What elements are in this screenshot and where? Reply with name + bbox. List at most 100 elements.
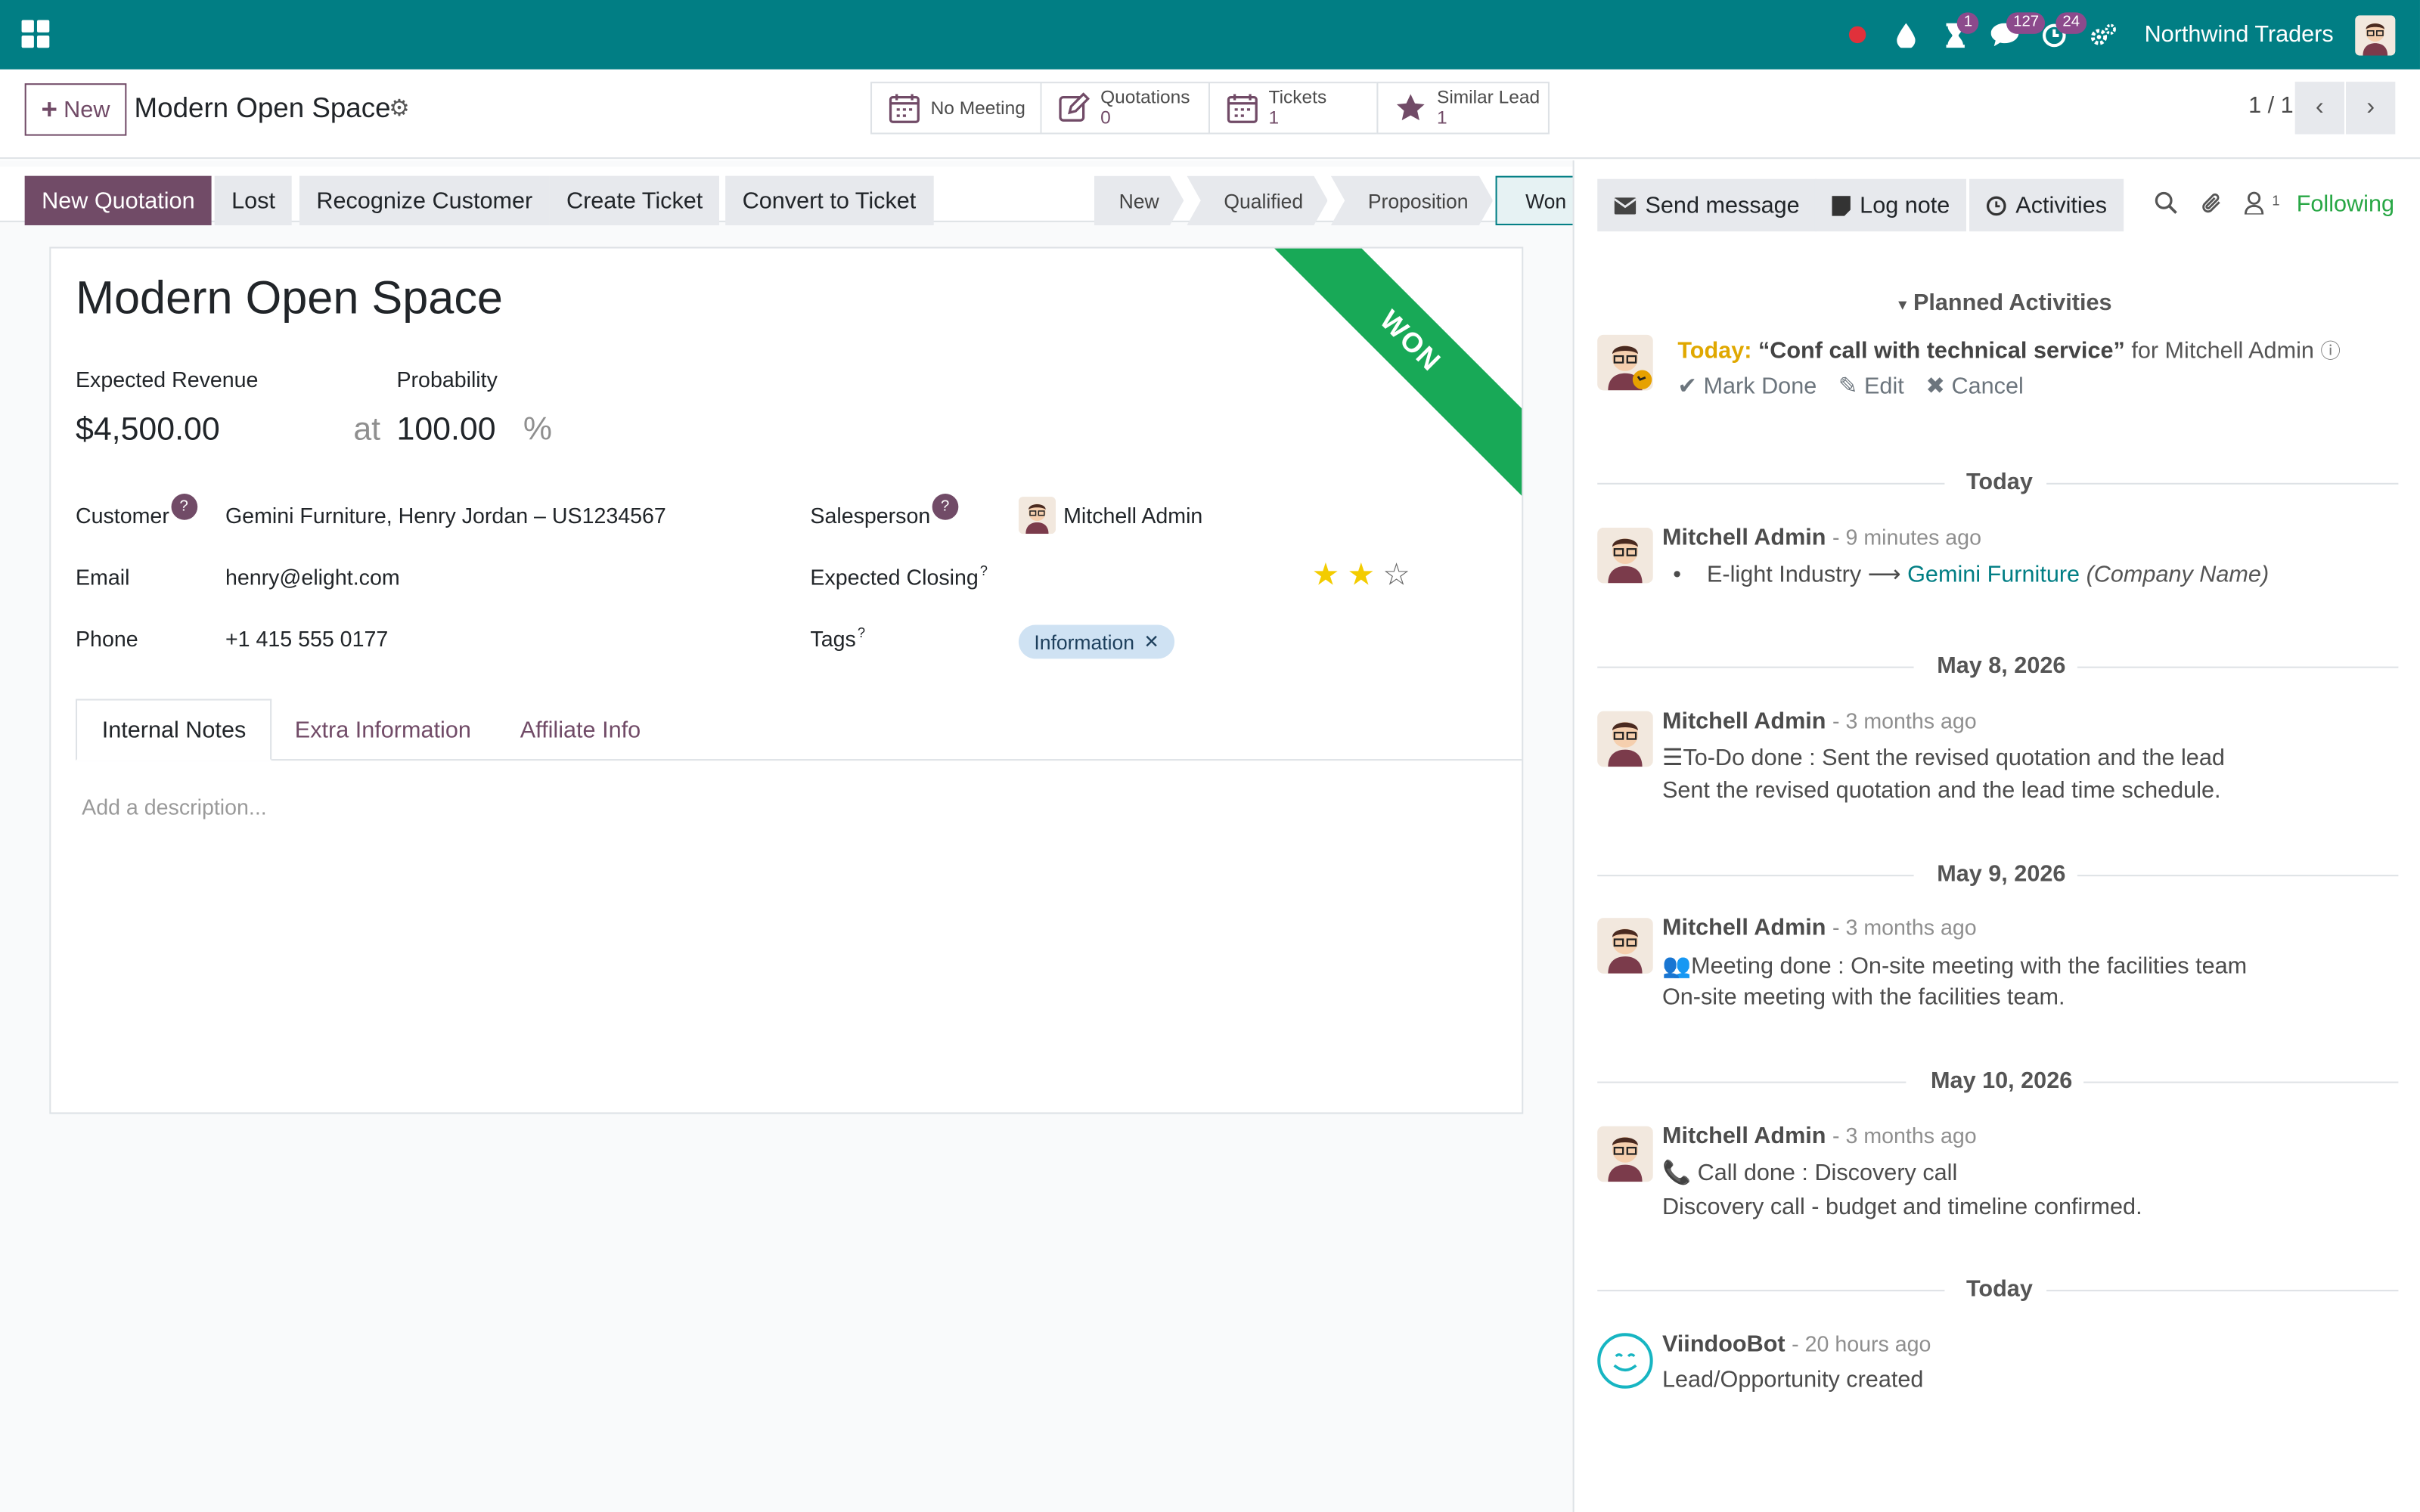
stage-proposition[interactable]: Proposition [1331, 176, 1493, 225]
convert-to-ticket-button[interactable]: Convert to Ticket [725, 175, 934, 225]
help-icon[interactable]: ? [932, 494, 958, 520]
messages-icon[interactable]: 127 [1981, 0, 2046, 70]
app-root: 1 127 24 Northwind Traders + New Modern O… [0, 0, 2420, 1512]
smart-button-meetings[interactable]: No Meeting [870, 82, 1042, 135]
message-body: Discovery call - budget and timeline con… [1661, 1194, 2142, 1221]
gear-icon[interactable]: ⚙ [389, 94, 409, 122]
stage-qualified[interactable]: Qualified [1187, 176, 1327, 225]
remove-tag-icon[interactable]: ✕ [1143, 631, 1159, 653]
percent-label: % [523, 411, 552, 448]
company-switcher[interactable]: Northwind Traders [2145, 22, 2334, 48]
message-avatar[interactable] [1597, 527, 1653, 584]
activities-button[interactable]: Activities [1969, 178, 2124, 232]
message-avatar[interactable] [1597, 1126, 1653, 1182]
message-avatar[interactable] [1597, 918, 1653, 974]
recording-icon[interactable] [1832, 0, 1882, 70]
record-title[interactable]: Modern Open Space [76, 273, 503, 325]
message-header: Mitchell Admin - 3 months ago [1662, 1123, 1977, 1150]
new-quotation-button[interactable]: New Quotation [24, 175, 213, 225]
edit-activity-button[interactable]: ✎ Edit [1838, 372, 1904, 400]
pager-value[interactable]: 1 / 1 [2248, 92, 2294, 119]
activity-actions: ✔ Mark Done ✎ Edit ✖ Cancel [1677, 372, 2023, 400]
lost-button[interactable]: Lost [214, 175, 293, 225]
date-separator: Today [1965, 469, 2033, 496]
tracking-value: • E-light Industry ⟶ Gemini Furniture (C… [1673, 561, 2270, 588]
caret-down-icon: ▾ [1898, 296, 1907, 315]
email-field[interactable]: henry@elight.com [225, 565, 400, 590]
message-author[interactable]: Mitchell Admin [1662, 708, 1826, 735]
smart-button-tickets[interactable]: Tickets 1 [1208, 82, 1379, 135]
new-record-button[interactable]: + New [24, 83, 127, 136]
search-icon[interactable] [2155, 191, 2178, 221]
salesperson-field[interactable]: Mitchell Admin [1063, 503, 1202, 528]
message-body: On-site meeting with the facilities team… [1661, 984, 2065, 1011]
priority-widget[interactable]: ★ ★ ☆ [1312, 560, 1410, 591]
bot-avatar[interactable] [1597, 1333, 1653, 1389]
message-author[interactable]: Mitchell Admin [1662, 915, 1826, 941]
recognize-customer-button[interactable]: Recognize Customer [299, 175, 550, 225]
email-label: Email [75, 564, 130, 590]
separator-line [1597, 1081, 1907, 1083]
message-body: Lead/Opportunity created [1661, 1367, 1924, 1393]
customer-field[interactable]: Gemini Furniture, Henry Jordan – US12345… [225, 503, 685, 528]
send-message-button[interactable]: Send message [1597, 178, 1817, 232]
pager-previous-button[interactable]: ‹ [2294, 82, 2344, 135]
description-editor[interactable]: Add a description... [82, 795, 267, 820]
tags-label: Tags? [810, 624, 866, 652]
message-time: - 9 minutes ago [1832, 524, 1981, 550]
activity-clock-icon[interactable]: 24 [2031, 0, 2086, 70]
hourglass-icon[interactable]: 1 [1931, 0, 1981, 70]
envelope-icon [1614, 197, 1637, 214]
expected-revenue-field[interactable]: $4,500.00 [76, 412, 220, 449]
message-time: - 20 hours ago [1792, 1331, 1931, 1356]
date-separator: May 8, 2026 [1937, 652, 2066, 679]
smart-button-quotations[interactable]: Quotations 0 [1040, 82, 1210, 135]
smart-button-value: 1 [1436, 106, 1447, 129]
create-ticket-button[interactable]: Create Ticket [549, 175, 720, 225]
planned-activities-toggle[interactable]: ▾ Planned Activities [1898, 290, 2111, 317]
log-note-button[interactable]: Log note [1814, 178, 1967, 232]
expected-revenue-label: Expected Revenue [75, 367, 259, 392]
settings-gears-icon[interactable] [2080, 0, 2129, 70]
tab-internal-notes[interactable]: Internal Notes [75, 699, 272, 761]
form-area: New Quotation Lost Recognize Customer Cr… [0, 160, 1627, 1512]
smart-button-value: 0 [1100, 106, 1111, 129]
drop-icon[interactable] [1882, 0, 1931, 70]
paperclip-icon[interactable] [2201, 191, 2224, 222]
tag-information: Information ✕ [1018, 624, 1175, 659]
help-icon[interactable]: ? [170, 494, 197, 520]
separator-line [1597, 482, 1945, 485]
help-tooltip-mark[interactable]: ? [980, 563, 988, 578]
chevron-right-icon: › [2366, 94, 2375, 121]
phone-field[interactable]: +1 415 555 0177 [225, 627, 388, 652]
message-author[interactable]: Mitchell Admin [1662, 1123, 1826, 1150]
user-avatar[interactable] [2355, 14, 2396, 55]
top-navbar: 1 127 24 Northwind Traders [0, 0, 2420, 70]
chatter-panel: Send message Log note Activities 1 Follo… [1572, 160, 2420, 1512]
probability-field[interactable]: 100.00 [396, 412, 495, 449]
date-separator: May 9, 2026 [1937, 860, 2066, 888]
info-icon[interactable]: ⓘ [2320, 339, 2341, 363]
message-author[interactable]: ViindooBot [1662, 1331, 1786, 1358]
star-filled-icon[interactable]: ★ [1312, 560, 1340, 591]
following-button[interactable]: Following [2297, 191, 2394, 218]
cancel-activity-button[interactable]: ✖ Cancel [1925, 372, 2023, 400]
followers-button[interactable]: 1 [2244, 191, 2280, 221]
won-ribbon: WON [1246, 248, 1522, 505]
todo-list-icon: ☰ [1661, 745, 1683, 772]
users-icon: 👥 [1661, 953, 1692, 980]
help-tooltip-mark[interactable]: ? [858, 625, 865, 640]
smart-button-similar-lead[interactable]: Similar Lead 1 [1376, 82, 1550, 135]
separator-line [1597, 1290, 1945, 1292]
message-author[interactable]: Mitchell Admin [1662, 525, 1826, 551]
tab-extra-information[interactable]: Extra Information [270, 699, 495, 761]
pager-next-button[interactable]: › [2346, 82, 2396, 135]
tab-affiliate-info[interactable]: Affiliate Info [495, 699, 666, 761]
star-filled-icon[interactable]: ★ [1347, 560, 1375, 591]
star-empty-icon[interactable]: ☆ [1382, 560, 1410, 591]
stage-new[interactable]: New [1094, 176, 1184, 225]
mark-done-button[interactable]: ✔ Mark Done [1677, 372, 1817, 400]
message-avatar[interactable] [1597, 711, 1653, 767]
note-icon [1832, 195, 1851, 215]
apps-menu-icon[interactable] [21, 20, 50, 48]
